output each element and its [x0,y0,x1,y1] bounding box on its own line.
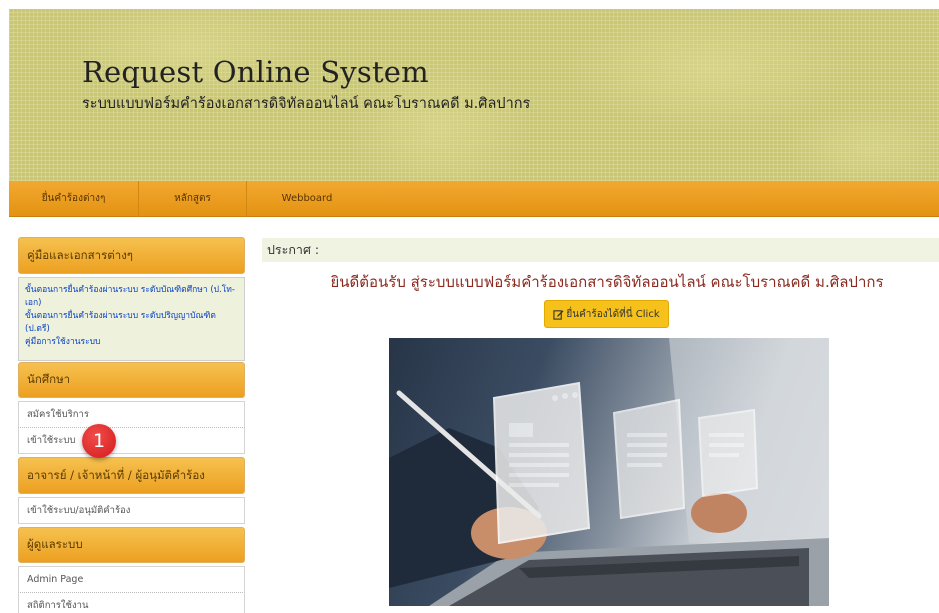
menu-item-webboard[interactable]: Webboard [247,181,367,217]
menu-item-curriculum[interactable]: หลักสูตร [139,181,247,217]
sidebar-link-register[interactable]: สมัครใช้บริการ [18,401,245,428]
docs-panel: ขั้นตอนการยื่นคำร้องผ่านระบบ ระดับบัณฑิต… [18,277,245,361]
menu-item-requests[interactable]: ยื่นคำร้องต่างๆ [9,181,139,217]
sidebar-link-admin-page[interactable]: Admin Page [18,566,245,593]
sidebar-link-staff-login[interactable]: เข้าใช้ระบบ/อนุมัติคำร้อง [18,497,245,524]
submit-request-button[interactable]: ยื่นคำร้องได้ที่นี่ Click [544,300,669,328]
site-subtitle: ระบบแบบฟอร์มคำร้องเอกสารดิจิทัลออนไลน์ ค… [82,96,531,112]
site-title: Request Online System [82,55,429,89]
doc-link-graduate[interactable]: ขั้นตอนการยื่นคำร้องผ่านระบบ ระดับบัณฑิต… [25,284,238,310]
hero-illustration [389,338,829,606]
edit-icon [553,309,564,320]
doc-link-manual[interactable]: คู่มือการใช้งานระบบ [25,336,238,349]
sidebar-heading-admin: ผู้ดูแลระบบ [18,527,245,563]
hero-image [389,338,829,606]
sidebar-heading-staff: อาจารย์ / เจ้าหน้าที่ / ผู้อนุมัติคำร้อง [18,457,245,494]
step-number-badge: 1 [82,424,116,458]
notice-label: ประกาศ : [262,238,939,262]
sidebar-link-login[interactable]: เข้าใช้ระบบ [18,428,245,454]
main-menu: ยื่นคำร้องต่างๆ หลักสูตร Webboard [9,181,939,217]
welcome-heading: ยินดีต้อนรับ สู่ระบบแบบฟอร์มคำร้องเอกสาร… [330,273,884,291]
sidebar-heading-docs: คู่มือและเอกสารต่างๆ [18,237,245,274]
sidebar-link-statistics[interactable]: สถิติการใช้งาน [18,593,245,613]
submit-request-label: ยื่นคำร้องได้ที่นี่ Click [566,308,660,320]
sidebar-heading-student: นักศึกษา [18,362,245,398]
doc-link-undergraduate[interactable]: ขั้นตอนการยื่นคำร้องผ่านระบบ ระดับปริญญา… [25,310,238,336]
